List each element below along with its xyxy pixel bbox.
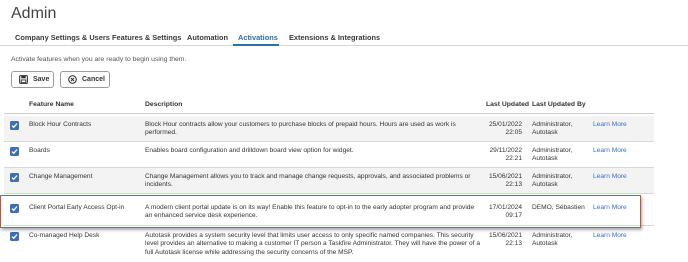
last-updated-time: 22:13 (505, 240, 522, 247)
tab-automation[interactable]: Automation (187, 33, 228, 42)
cancel-button[interactable]: Cancel (60, 71, 110, 88)
table-header: Feature Name Description Last Updated La… (4, 97, 654, 114)
learn-more-link[interactable]: Learn More (593, 121, 627, 129)
checkmark-icon (11, 149, 18, 155)
feature-name: Boards (29, 147, 50, 154)
instructions-text: Activate features when you are ready to … (11, 56, 187, 63)
feature-name: Block Hour Contracts (29, 121, 92, 128)
feature-name: Change Management (29, 173, 93, 180)
floppy-disk-icon (19, 75, 28, 84)
last-updated-by-org: Autotask (532, 240, 558, 247)
learn-more-link[interactable]: Learn More (593, 173, 627, 181)
tab-bar: Company Settings & Users Features & Sett… (0, 30, 688, 46)
feature-description: Autotask provides a system security leve… (145, 232, 480, 256)
save-button-label: Save (33, 76, 50, 83)
feature-checkbox[interactable] (10, 121, 19, 130)
learn-more-link[interactable]: Learn More (593, 147, 627, 155)
header-last-updated-by[interactable]: Last Updated By (532, 101, 586, 108)
learn-more-link[interactable]: Learn More (593, 232, 627, 240)
table-row: Change Management Change Management allo… (4, 168, 654, 194)
feature-description: Block Hour contracts allow your customer… (145, 121, 456, 137)
feature-checkbox[interactable] (10, 232, 19, 241)
last-updated-by-org: Autotask (532, 155, 558, 162)
cancel-circle-icon (68, 75, 77, 84)
last-updated-by-org: Autotask (532, 181, 558, 188)
tab-activations[interactable]: Activations (238, 33, 278, 42)
checkmark-icon (11, 234, 18, 240)
last-updated-by-org: Autotask (532, 129, 558, 136)
checkmark-icon (11, 123, 18, 129)
feature-description: Enables board configuration and drilldow… (145, 147, 354, 154)
feature-name: Co-managed Help Desk (29, 232, 100, 239)
page-title: Admin (11, 5, 57, 22)
header-description[interactable]: Description (145, 101, 182, 108)
tab-company-settings-users[interactable]: Company Settings & Users (15, 33, 110, 42)
tab-extensions-integrations[interactable]: Extensions & Integrations (289, 33, 380, 42)
checkmark-icon (11, 175, 18, 181)
header-last-updated[interactable]: Last Updated (486, 101, 529, 108)
active-tab-indicator (233, 44, 279, 46)
table-row: Co-managed Help Desk Autotask provides a… (4, 227, 654, 261)
last-updated-time: 22:05 (505, 129, 522, 136)
header-feature-name[interactable]: Feature Name (29, 101, 74, 108)
tab-features-settings[interactable]: Features & Settings (112, 33, 181, 42)
save-button[interactable]: Save (11, 71, 54, 88)
feature-checkbox[interactable] (10, 147, 19, 156)
last-updated-time: 22:21 (505, 155, 522, 162)
table-row: Boards Enables board configuration and d… (4, 142, 654, 168)
table-row: Block Hour Contracts Block Hour contract… (4, 116, 654, 142)
feature-description: Change Management allows you to track an… (145, 173, 471, 189)
highlight-annotation-box (0, 195, 641, 228)
last-updated-time: 22:13 (505, 181, 522, 188)
feature-checkbox[interactable] (10, 173, 19, 182)
cancel-button-label: Cancel (82, 76, 105, 83)
